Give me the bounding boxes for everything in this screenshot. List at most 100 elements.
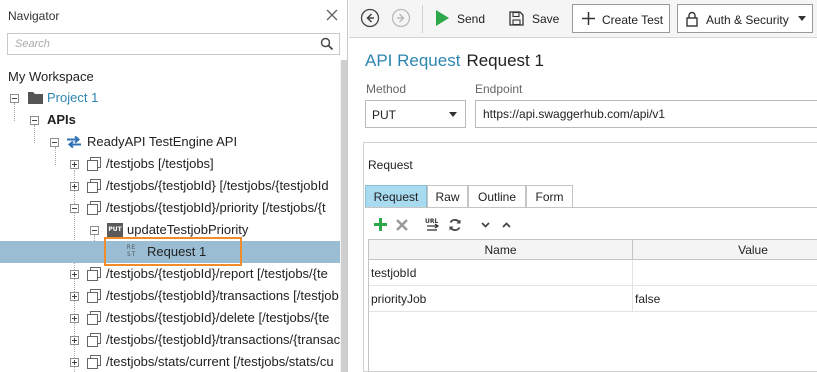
tree-label: /testjobs/stats/current [/testjobs/stats… xyxy=(106,354,334,369)
table-row[interactable]: testjobId xyxy=(369,260,817,286)
refresh-icon[interactable] xyxy=(448,218,462,232)
param-name-cell[interactable]: testjobId xyxy=(371,266,416,280)
collapse-icon[interactable] xyxy=(30,116,39,125)
tree-item-api[interactable]: ReadyAPI TestEngine API xyxy=(0,131,347,153)
collapse-icon[interactable] xyxy=(50,138,59,147)
move-up-icon[interactable] xyxy=(502,222,511,228)
request-name: Request 1 xyxy=(466,51,544,70)
readyapi-window: Navigator My Workspace Project 1 xyxy=(0,0,817,372)
tree-item-resource[interactable]: /testjobs/{testjobId}/transactions [/tes… xyxy=(0,285,347,307)
toolbar: Send Save Create Test Auth & Security xyxy=(349,0,817,38)
tree-label: ReadyAPI TestEngine API xyxy=(87,134,238,149)
caret-down-icon xyxy=(449,112,457,117)
expand-icon[interactable] xyxy=(70,314,79,323)
endpoint-field[interactable] xyxy=(475,100,817,128)
scrollbar-thumb[interactable] xyxy=(341,60,347,372)
resource-icon xyxy=(87,289,101,303)
save-button[interactable]: Save xyxy=(501,4,563,33)
plus-icon xyxy=(582,12,595,25)
collapse-icon[interactable] xyxy=(90,226,99,235)
navigator-search xyxy=(7,33,340,55)
extract-url-icon[interactable]: URL xyxy=(425,217,441,232)
tree-item-resource[interactable]: /testjobs/{testjobId}/delete [/testjobs/… xyxy=(0,307,347,329)
navigator-panel: Navigator My Workspace Project 1 xyxy=(0,0,348,372)
collapse-icon[interactable] xyxy=(70,204,79,213)
param-value-cell[interactable]: false xyxy=(635,292,660,306)
caret-down-icon xyxy=(798,16,806,21)
send-button[interactable]: Send xyxy=(429,4,495,33)
table-header: Name Value xyxy=(369,240,817,260)
expand-icon[interactable] xyxy=(70,292,79,301)
tab-form[interactable]: Form xyxy=(526,185,573,208)
auth-security-dropdown[interactable]: Auth & Security xyxy=(677,4,813,33)
collapse-icon[interactable] xyxy=(10,94,19,103)
resource-icon xyxy=(87,311,101,325)
selection-highlight-box xyxy=(104,237,242,266)
column-header-value[interactable]: Value xyxy=(633,243,817,257)
tree-label: /testjobs/{testjobId}/priority [/testjob… xyxy=(106,200,326,215)
expand-icon[interactable] xyxy=(70,270,79,279)
tree-label: /testjobs/{testjobId}/transactions [/tes… xyxy=(106,288,339,303)
tree-label: /testjobs/{testjobId}/transactions/{tran… xyxy=(106,332,341,347)
toolbar-separator xyxy=(422,5,423,33)
tree-item-apis[interactable]: APIs xyxy=(0,109,347,131)
tree-item-project[interactable]: Project 1 xyxy=(0,87,347,109)
tree-label: updateTestjobPriority xyxy=(127,222,249,237)
tree-label: /testjobs/{testjobId}/delete [/testjobs/… xyxy=(106,310,330,325)
add-parameter-icon[interactable] xyxy=(374,218,387,231)
tree-label: /testjobs/{testjobId} [/testjobs/{testjo… xyxy=(106,178,329,193)
tab-raw[interactable]: Raw xyxy=(427,185,468,208)
move-down-icon[interactable] xyxy=(481,222,490,228)
search-icon[interactable] xyxy=(320,37,334,51)
expand-icon[interactable] xyxy=(70,358,79,367)
tree-item-resource[interactable]: /testjobs/{testjobId} [/testjobs/{testjo… xyxy=(0,175,347,197)
cell-divider xyxy=(632,286,633,312)
navigator-title: Navigator xyxy=(8,9,60,23)
play-icon xyxy=(436,10,449,26)
resource-icon xyxy=(87,355,101,369)
back-icon[interactable] xyxy=(360,8,380,28)
tree-label: Project 1 xyxy=(47,90,99,105)
endpoint-label: Endpoint xyxy=(475,82,523,96)
resource-icon xyxy=(87,179,101,193)
save-icon xyxy=(509,11,524,26)
table-row[interactable]: priorityJob false xyxy=(369,286,817,312)
cell-divider xyxy=(632,260,633,286)
tree-label: /testjobs [/testjobs] xyxy=(106,156,214,171)
method-select[interactable]: PUT xyxy=(365,100,466,128)
close-icon[interactable] xyxy=(324,7,340,23)
put-method-icon: PUT xyxy=(107,223,123,237)
expand-icon[interactable] xyxy=(70,336,79,345)
expand-icon[interactable] xyxy=(70,160,79,169)
tree-item-resource[interactable]: /testjobs [/testjobs] xyxy=(0,153,347,175)
navigator-header: Navigator xyxy=(0,0,347,32)
request-kind: API Request xyxy=(365,51,461,70)
lock-icon xyxy=(686,11,698,27)
resource-icon xyxy=(87,267,101,281)
param-name-cell[interactable]: priorityJob xyxy=(371,292,426,306)
method-label: Method xyxy=(366,82,407,96)
request-editor: Send Save Create Test Auth & Security AP… xyxy=(349,0,817,372)
tree-item-resource[interactable]: /testjobs/{testjobId}/transactions/{tran… xyxy=(0,329,347,351)
search-input[interactable] xyxy=(8,34,313,54)
tree-label: APIs xyxy=(47,112,76,127)
workspace-label: My Workspace xyxy=(8,69,94,84)
resource-icon xyxy=(87,333,101,347)
remove-parameter-icon[interactable] xyxy=(396,219,408,231)
resource-icon xyxy=(87,157,101,171)
method-value: PUT xyxy=(372,108,396,122)
navigator-scrollbar[interactable] xyxy=(340,60,347,372)
tree-item-resource[interactable]: /testjobs/{testjobId}/priority [/testjob… xyxy=(0,197,347,219)
tree-item-resource[interactable]: /testjobs/stats/current [/testjobs/stats… xyxy=(0,351,347,372)
folder-icon xyxy=(28,92,43,104)
tab-outline[interactable]: Outline xyxy=(468,185,526,208)
forward-icon[interactable] xyxy=(391,8,411,28)
page-title: API Request Request 1 xyxy=(365,51,544,71)
column-header-name[interactable]: Name xyxy=(369,243,632,257)
expand-icon[interactable] xyxy=(70,182,79,191)
create-test-button[interactable]: Create Test xyxy=(572,4,670,33)
tree-item-resource[interactable]: /testjobs/{testjobId}/report [/testjobs/… xyxy=(0,263,347,285)
send-label: Send xyxy=(457,12,486,26)
tab-request[interactable]: Request xyxy=(365,185,427,208)
save-label: Save xyxy=(532,12,560,26)
